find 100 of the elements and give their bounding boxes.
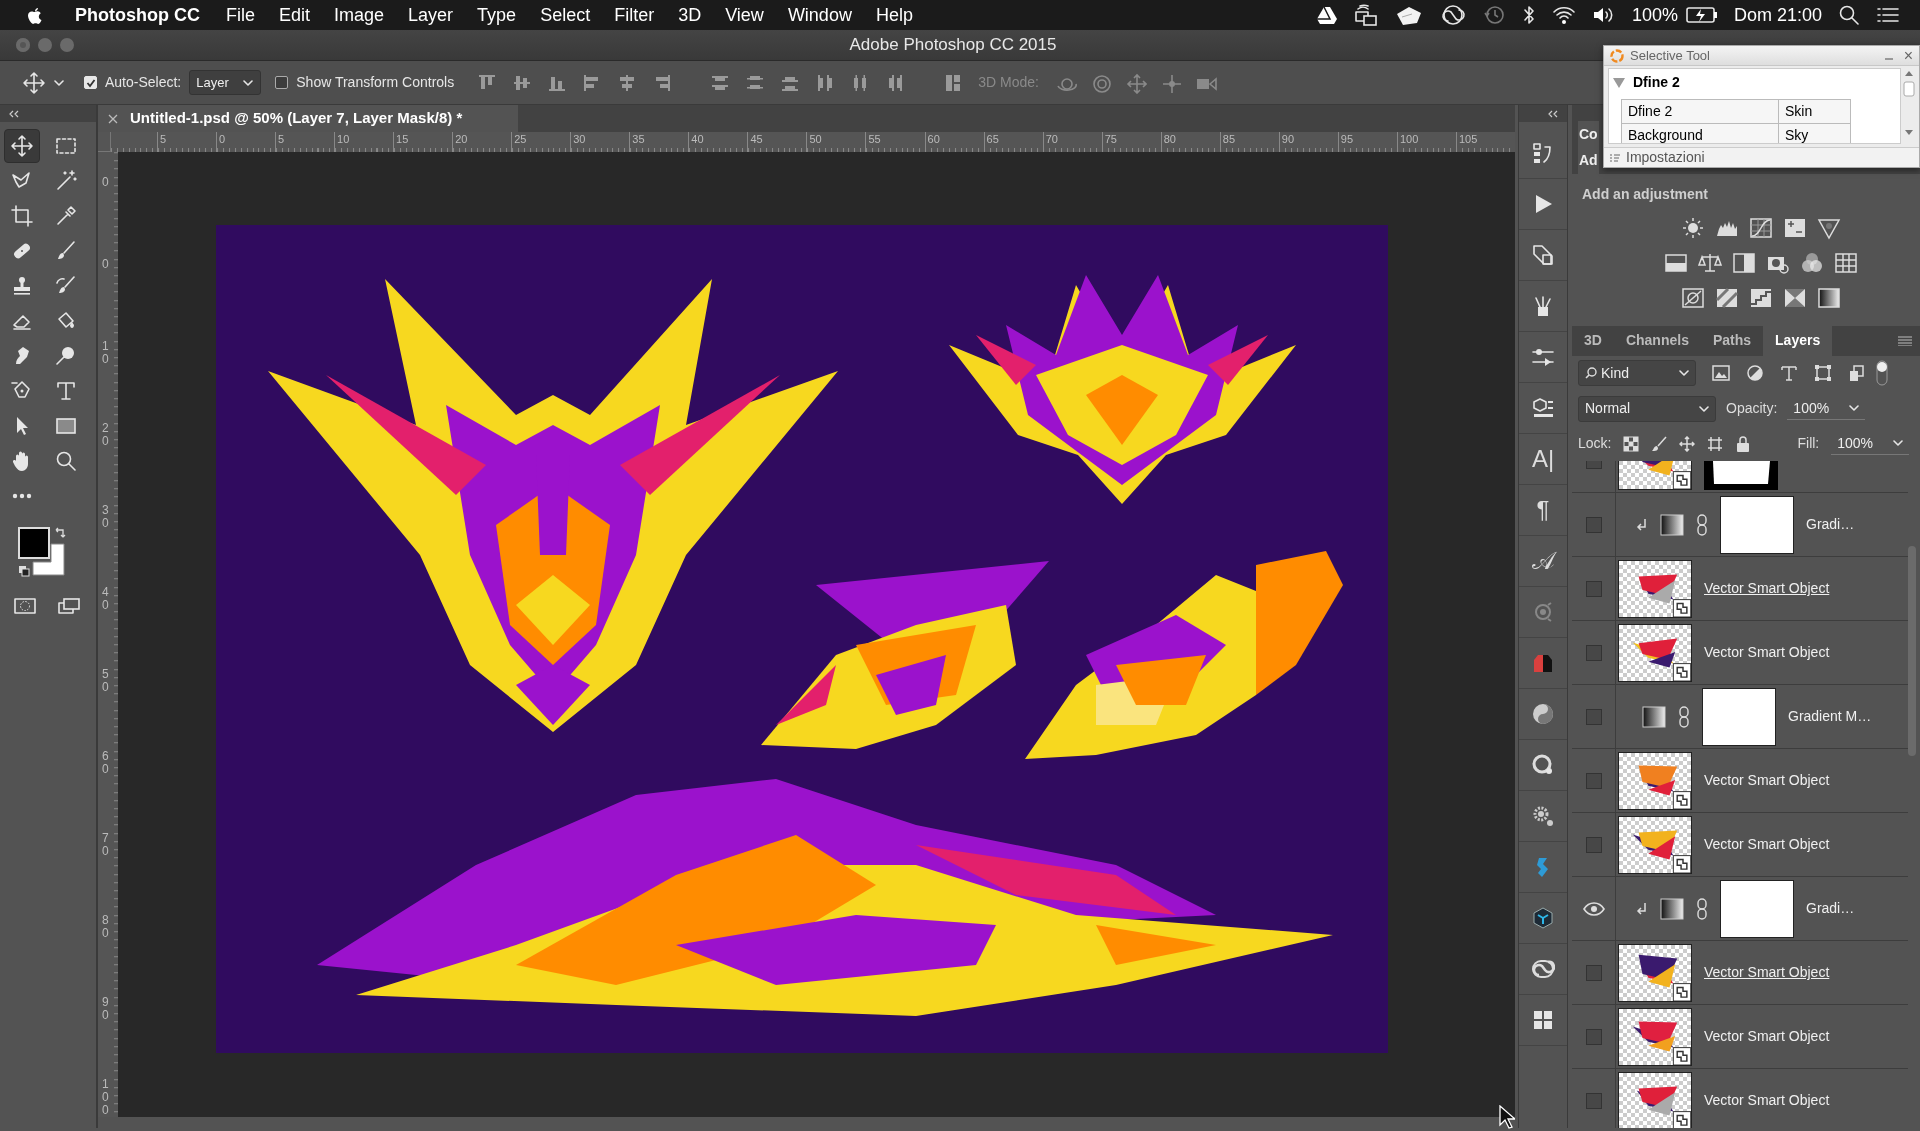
- collapse-icon[interactable]: [1547, 109, 1559, 118]
- visibility-toggle[interactable]: [1585, 772, 1602, 789]
- layer-row[interactable]: Vector Smart Object: [1572, 941, 1908, 1006]
- background-color-swatch[interactable]: [32, 543, 65, 576]
- layer-dropdown[interactable]: Layer: [189, 69, 262, 96]
- search-icon[interactable]: [1838, 4, 1860, 26]
- layer-row[interactable]: Gradient M…: [1572, 685, 1908, 750]
- opacity-field[interactable]: 100%: [1787, 397, 1866, 420]
- layer-row[interactable]: Gradi…: [1572, 493, 1908, 558]
- triangle-down-icon[interactable]: [1613, 77, 1625, 88]
- list-icon[interactable]: [1876, 5, 1900, 25]
- panel-tab[interactable]: Layers: [1763, 325, 1833, 356]
- close-icon[interactable]: [108, 113, 118, 124]
- filter-dropdown[interactable]: Kind: [1578, 360, 1696, 387]
- move-icon[interactable]: [1679, 435, 1696, 452]
- layer-row[interactable]: Vector Smart Object: [1572, 1069, 1908, 1128]
- shape-filter-icon[interactable]: [1814, 364, 1832, 383]
- gradient-map-icon[interactable]: [1817, 286, 1841, 311]
- menu-item[interactable]: Layer: [408, 1, 454, 29]
- panel-glyph[interactable]: 𝒜: [1531, 549, 1555, 573]
- move-icon[interactable]: [10, 134, 34, 158]
- foreground-color-swatch[interactable]: [18, 527, 50, 559]
- half-square-icon[interactable]: [1732, 251, 1756, 276]
- visibility-toggle[interactable]: [1585, 1028, 1602, 1045]
- default-colors-icon[interactable]: [18, 565, 30, 577]
- screen-mode-icon[interactable]: [58, 597, 80, 615]
- drive-icon[interactable]: [1315, 5, 1338, 25]
- menu-item[interactable]: 3D: [678, 1, 702, 29]
- artboard-icon[interactable]: [1707, 435, 1724, 452]
- crop-icon[interactable]: [10, 204, 34, 228]
- collapse-icon[interactable]: [8, 109, 20, 118]
- eyedropper-icon[interactable]: [54, 204, 78, 228]
- visibility-toggle[interactable]: [1585, 708, 1602, 725]
- panel-menu-icon[interactable]: [1898, 335, 1912, 346]
- table-icon[interactable]: [1834, 251, 1858, 276]
- checkerboard-icon[interactable]: [1623, 435, 1640, 452]
- image-filter-icon[interactable]: [1712, 364, 1730, 383]
- type-filter-icon[interactable]: [1780, 364, 1798, 383]
- layer-row[interactable]: Vector Smart Object: [1572, 749, 1908, 814]
- close-button[interactable]: ×: [1903, 47, 1913, 64]
- panel-tab[interactable]: Paths: [1700, 325, 1764, 356]
- menu-item[interactable]: Edit: [279, 1, 311, 29]
- menu-item[interactable]: File: [226, 1, 255, 29]
- settings-label[interactable]: Impostazioni: [1626, 147, 1705, 168]
- cube-icon[interactable]: [1531, 396, 1555, 420]
- clock-icon[interactable]: [1481, 4, 1506, 26]
- magic-wand-icon[interactable]: [54, 169, 78, 193]
- menu-item[interactable]: Select: [540, 1, 591, 29]
- menu-item[interactable]: View: [725, 1, 764, 29]
- brightness-icon[interactable]: [1681, 216, 1705, 241]
- filter-toggle[interactable]: [1876, 360, 1888, 387]
- fill-field[interactable]: 100%: [1831, 432, 1910, 455]
- document-tab[interactable]: Untitled-1.psd @ 50% (Layer 7, Layer Mask/8) *: [98, 105, 518, 132]
- panel-tab[interactable]: 3D: [1572, 325, 1614, 356]
- layer-row[interactable]: Vector Smart Object: [1572, 1005, 1908, 1070]
- invert-icon[interactable]: [1681, 286, 1705, 311]
- brush-icon[interactable]: [1651, 435, 1668, 452]
- eye-icon[interactable]: [1582, 901, 1605, 916]
- curves-icon[interactable]: [1749, 216, 1773, 241]
- menu-item[interactable]: Help: [875, 1, 913, 29]
- move-icon[interactable]: [22, 70, 46, 95]
- menu-item[interactable]: Window: [787, 1, 852, 29]
- quick-mask-icon[interactable]: [14, 597, 36, 615]
- apple-logo-icon[interactable]: [26, 5, 43, 25]
- adjustment-filter-icon[interactable]: [1746, 364, 1764, 383]
- visibility-toggle[interactable]: [1585, 836, 1602, 853]
- wifi-icon[interactable]: [1551, 5, 1576, 25]
- panel-tab[interactable]: Channels: [1613, 325, 1701, 356]
- layer-row[interactable]: Vector Smart Object: [1572, 813, 1908, 878]
- panel-glyph[interactable]: ¶: [1536, 498, 1550, 522]
- menu-item[interactable]: Type: [477, 1, 517, 29]
- hexagon-cube-icon[interactable]: [1531, 906, 1555, 930]
- visibility-toggle[interactable]: [1585, 644, 1602, 661]
- swap-arrows-icon[interactable]: [54, 527, 66, 539]
- bluetooth-icon[interactable]: [1521, 4, 1536, 26]
- layer-row[interactable]: Vector Smart Object: [1572, 621, 1908, 686]
- screens-icon[interactable]: [1353, 4, 1378, 26]
- panel-glyph[interactable]: A|: [1531, 447, 1555, 471]
- yin-yang-icon[interactable]: [1531, 702, 1555, 726]
- layer-row[interactable]: Vector Smart Object: [1572, 557, 1908, 622]
- transform-icon[interactable]: [1531, 243, 1555, 267]
- caret-icon[interactable]: [54, 78, 64, 87]
- posterize-icon[interactable]: [1715, 286, 1739, 311]
- type-icon[interactable]: [54, 379, 78, 403]
- move-tool[interactable]: [4, 129, 40, 163]
- visibility-toggle[interactable]: [1585, 1092, 1602, 1109]
- smart-filter-icon[interactable]: [1848, 364, 1866, 383]
- checkbox[interactable]: [275, 76, 289, 89]
- gears-icon[interactable]: [1531, 804, 1555, 828]
- ring-icon[interactable]: [1531, 753, 1555, 777]
- scrollbar-thumb[interactable]: [1908, 546, 1916, 757]
- panel-tab[interactable]: Co: [1578, 121, 1599, 149]
- visibility-toggle[interactable]: [1585, 964, 1602, 981]
- layer-row[interactable]: Gradi…: [1572, 877, 1908, 942]
- creative-cloud-icon[interactable]: [1439, 5, 1466, 25]
- grid-icon[interactable]: [1531, 1008, 1555, 1032]
- visibility-toggle[interactable]: [1585, 580, 1602, 597]
- panel-tab[interactable]: Ad: [1578, 147, 1599, 175]
- triangle-icon[interactable]: [1817, 216, 1841, 241]
- blend-mode-dropdown[interactable]: Normal: [1578, 395, 1716, 422]
